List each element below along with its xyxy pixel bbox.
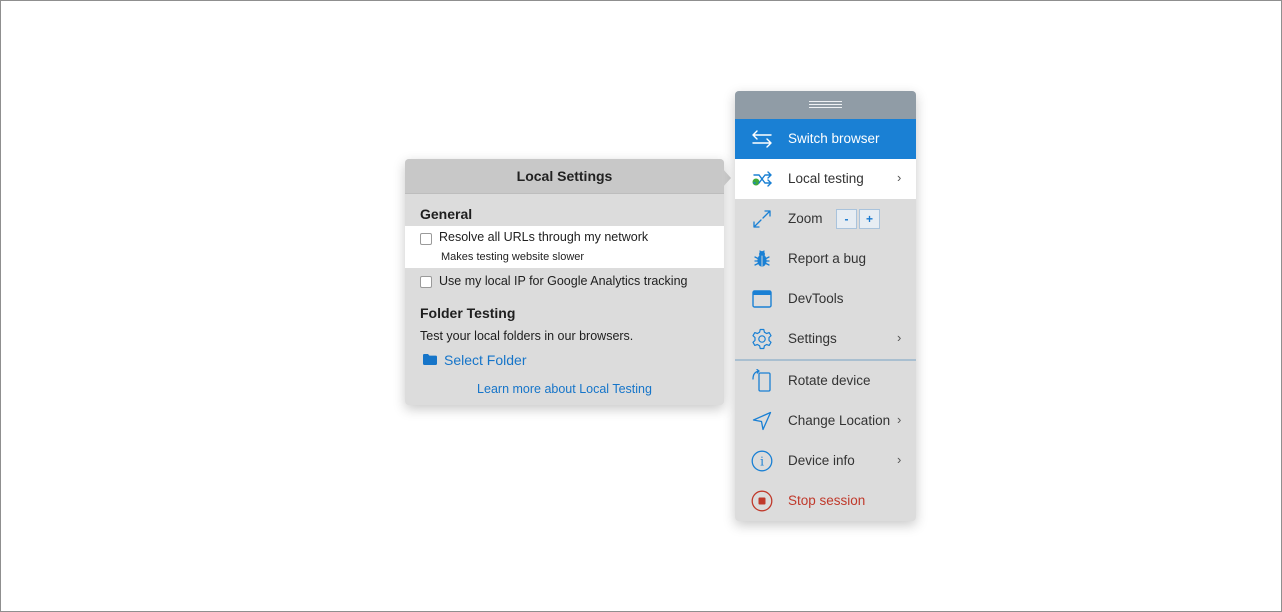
- drag-handle-icon: [809, 101, 842, 110]
- learn-more-link[interactable]: Learn more about Local Testing: [405, 382, 724, 396]
- svg-text:i: i: [760, 455, 764, 469]
- resolve-urls-label: Resolve all URLs through my network: [439, 230, 649, 244]
- info-icon: i: [751, 450, 773, 472]
- toolbar-menu: Switch browser Local testing › Zoom - +: [735, 91, 916, 521]
- local-ip-checkbox[interactable]: [420, 276, 432, 288]
- chevron-right-icon: ›: [897, 170, 902, 185]
- menu-item-label: Local testing: [788, 171, 864, 186]
- bug-icon: [751, 248, 773, 270]
- menu-item-report-bug[interactable]: Report a bug: [735, 239, 916, 279]
- local-settings-popover: Local Settings General Resolve all URLs …: [405, 159, 724, 405]
- resolve-urls-checkbox[interactable]: [420, 233, 432, 245]
- popover-title: Local Settings: [405, 159, 724, 194]
- menu-item-label: Settings: [788, 331, 837, 346]
- general-section-title: General: [420, 206, 473, 222]
- folder-testing-title: Folder Testing: [420, 305, 516, 321]
- menu-item-devtools[interactable]: DevTools: [735, 279, 916, 319]
- local-ip-label: Use my local IP for Google Analytics tra…: [439, 274, 688, 288]
- zoom-in-button[interactable]: +: [859, 209, 880, 229]
- menu-item-label: Report a bug: [788, 251, 867, 266]
- menu-item-label: Rotate device: [788, 373, 871, 388]
- menu-item-rotate-device[interactable]: Rotate device: [735, 361, 916, 401]
- chevron-right-icon: ›: [897, 412, 902, 427]
- menu-item-label: Device info: [788, 453, 855, 468]
- location-arrow-icon: [751, 410, 773, 432]
- menu-item-stop-session[interactable]: Stop session: [735, 481, 916, 521]
- popover-arrow: [722, 168, 731, 188]
- menu-item-change-location[interactable]: Change Location ›: [735, 401, 916, 441]
- local-testing-icon: [751, 168, 773, 190]
- chevron-right-icon: ›: [897, 330, 902, 345]
- menu-item-settings[interactable]: Settings ›: [735, 319, 916, 359]
- expand-arrows-icon: [751, 208, 773, 230]
- menu-item-zoom: Zoom - +: [735, 199, 916, 239]
- folder-testing-description: Test your local folders in our browsers.: [420, 329, 634, 343]
- menu-item-label: Zoom: [788, 211, 823, 226]
- select-folder-link[interactable]: Select Folder: [423, 352, 526, 368]
- menu-item-label: Change Location: [788, 413, 891, 428]
- zoom-out-button[interactable]: -: [836, 209, 857, 229]
- menu-item-device-info[interactable]: i Device info ›: [735, 441, 916, 481]
- window-icon: [751, 288, 773, 310]
- switch-arrows-icon: [751, 128, 773, 150]
- rotate-device-icon: [751, 369, 773, 392]
- folder-icon: [423, 352, 444, 368]
- gear-icon: [751, 328, 773, 350]
- select-folder-label: Select Folder: [444, 352, 527, 368]
- resolve-urls-option[interactable]: Resolve all URLs through my network Make…: [405, 226, 724, 268]
- drag-handle[interactable]: [735, 91, 916, 119]
- resolve-urls-sublabel: Makes testing website slower: [441, 251, 585, 263]
- menu-item-local-testing[interactable]: Local testing ›: [735, 159, 916, 199]
- menu-item-switch-browser[interactable]: Switch browser: [735, 119, 916, 159]
- local-ip-option[interactable]: Use my local IP for Google Analytics tra…: [405, 271, 724, 293]
- stop-icon: [751, 490, 773, 512]
- chevron-right-icon: ›: [897, 452, 902, 467]
- menu-item-label: Switch browser: [788, 131, 880, 146]
- menu-item-label: Stop session: [788, 493, 866, 508]
- menu-item-label: DevTools: [788, 291, 844, 306]
